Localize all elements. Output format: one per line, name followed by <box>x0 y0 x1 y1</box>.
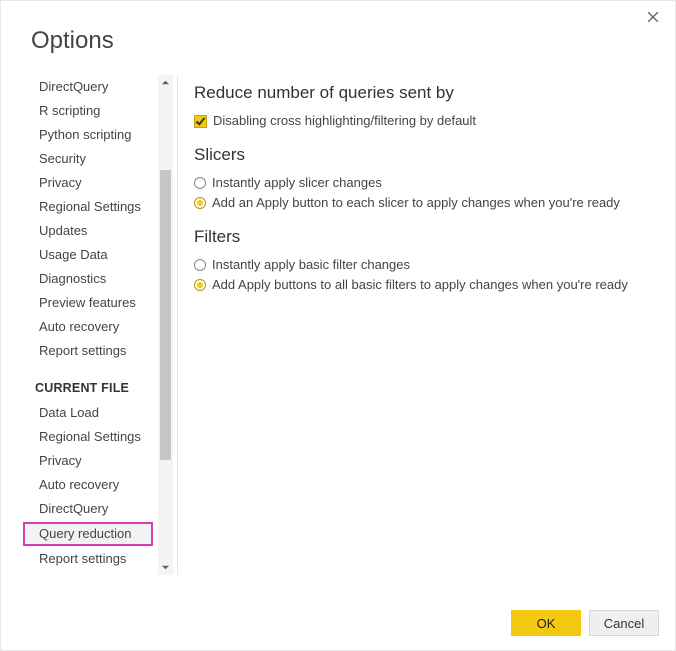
section-heading-reduce-queries: Reduce number of queries sent by <box>194 83 655 103</box>
sidebar-item-usage-data[interactable]: Usage Data <box>23 243 153 267</box>
cancel-button[interactable]: Cancel <box>589 610 659 636</box>
sidebar-item-security[interactable]: Security <box>23 147 153 171</box>
sidebar-item-privacy-file[interactable]: Privacy <box>23 449 153 473</box>
sidebar-item-preview-features[interactable]: Preview features <box>23 291 153 315</box>
ok-button[interactable]: OK <box>511 610 581 636</box>
section-heading-filters: Filters <box>194 227 655 247</box>
options-content: Reduce number of queries sent by Disabli… <box>194 75 675 585</box>
sidebar-item-directquery[interactable]: DirectQuery <box>23 75 153 99</box>
sidebar-header-current-file: CURRENT FILE <box>23 363 153 401</box>
scroll-up-button[interactable] <box>158 75 173 90</box>
dialog-title: Options <box>1 1 675 75</box>
section-heading-slicers: Slicers <box>194 145 655 165</box>
checkbox-label-disable-cross-highlight: Disabling cross highlighting/filtering b… <box>213 113 476 129</box>
sidebar-item-data-load[interactable]: Data Load <box>23 401 153 425</box>
sidebar-item-auto-recovery[interactable]: Auto recovery <box>23 315 153 339</box>
close-icon[interactable] <box>645 11 661 27</box>
radio-slicer-instant[interactable] <box>194 177 206 189</box>
radio-slicer-apply-button[interactable] <box>194 197 206 209</box>
radio-label-slicer-apply-button: Add an Apply button to each slicer to ap… <box>212 195 620 211</box>
sidebar-item-directquery-file[interactable]: DirectQuery <box>23 497 153 521</box>
scroll-down-button[interactable] <box>158 560 173 575</box>
radio-label-slicer-instant: Instantly apply slicer changes <box>212 175 382 191</box>
scroll-thumb[interactable] <box>160 170 171 460</box>
sidebar-item-query-reduction[interactable]: Query reduction <box>23 522 153 546</box>
radio-label-filter-instant: Instantly apply basic filter changes <box>212 257 410 273</box>
radio-label-filter-apply-button: Add Apply buttons to all basic filters t… <box>212 277 628 293</box>
options-sidebar: DirectQuery R scripting Python scripting… <box>23 75 153 575</box>
vertical-divider <box>177 75 178 575</box>
checkbox-disable-cross-highlight[interactable] <box>194 115 207 128</box>
sidebar-item-diagnostics[interactable]: Diagnostics <box>23 267 153 291</box>
sidebar-scrollbar[interactable] <box>158 75 173 575</box>
sidebar-item-report-settings[interactable]: Report settings <box>23 339 153 363</box>
sidebar-item-python-scripting[interactable]: Python scripting <box>23 123 153 147</box>
sidebar-item-privacy[interactable]: Privacy <box>23 171 153 195</box>
sidebar-item-updates[interactable]: Updates <box>23 219 153 243</box>
radio-filter-apply-button[interactable] <box>194 279 206 291</box>
sidebar-item-auto-recovery-file[interactable]: Auto recovery <box>23 473 153 497</box>
sidebar-item-report-settings-file[interactable]: Report settings <box>23 547 153 571</box>
sidebar-item-regional-settings[interactable]: Regional Settings <box>23 195 153 219</box>
scroll-track[interactable] <box>158 90 173 560</box>
sidebar-item-regional-settings-file[interactable]: Regional Settings <box>23 425 153 449</box>
radio-filter-instant[interactable] <box>194 259 206 271</box>
sidebar-item-r-scripting[interactable]: R scripting <box>23 99 153 123</box>
